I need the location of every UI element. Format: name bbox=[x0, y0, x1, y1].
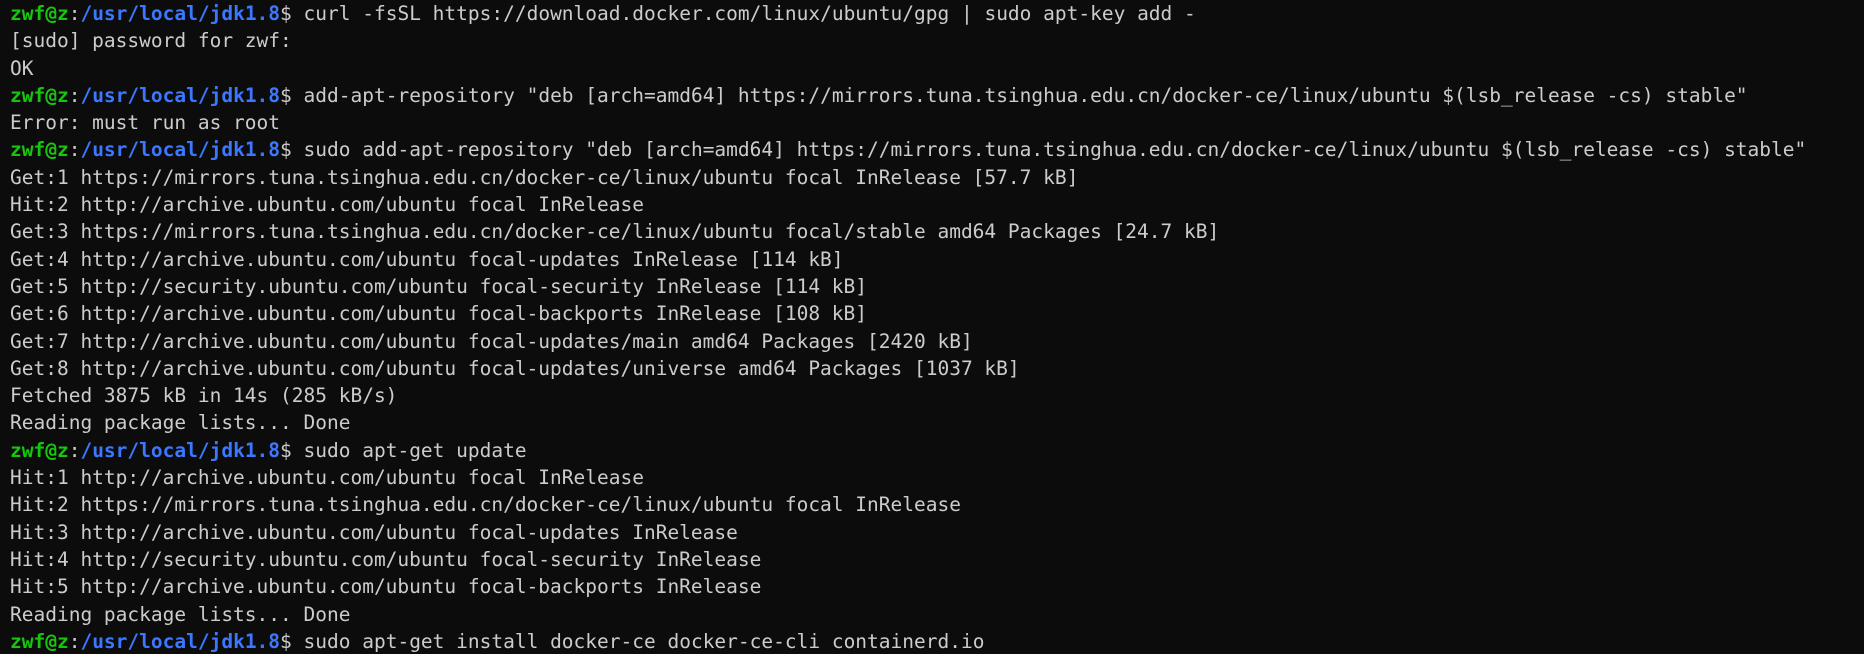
output-line: Hit:2 http://archive.ubuntu.com/ubuntu f… bbox=[10, 193, 644, 217]
output-line: Hit:3 http://archive.ubuntu.com/ubuntu f… bbox=[10, 520, 738, 544]
output-line: Reading package lists... Done bbox=[10, 411, 351, 435]
prompt-symbol: $ bbox=[280, 438, 304, 462]
prompt-line: zwf@z:/usr/local/jdk1.8$ sudo apt-get up… bbox=[10, 437, 1864, 464]
prompt-symbol: $ bbox=[280, 629, 304, 653]
prompt-separator: : bbox=[68, 2, 81, 25]
prompt-symbol: $ bbox=[280, 138, 304, 162]
prompt-separator: : bbox=[68, 138, 81, 162]
prompt-line: zwf@z:/usr/local/jdk1.8$ add-apt-reposit… bbox=[10, 82, 1864, 109]
output-line: Hit:1 http://archive.ubuntu.com/ubuntu f… bbox=[10, 466, 644, 490]
prompt-line: zwf@z:/usr/local/jdk1.8$ sudo apt-get in… bbox=[10, 628, 1864, 654]
command-text: sudo apt-get update bbox=[303, 438, 527, 462]
output-line: Hit:4 http://security.ubuntu.com/ubuntu … bbox=[10, 547, 762, 571]
prompt-user: zwf@z bbox=[10, 2, 69, 25]
output-line: Get:1 https://mirrors.tuna.tsinghua.edu.… bbox=[10, 165, 1079, 189]
prompt-path: /usr/local/jdk1.8 bbox=[80, 83, 281, 107]
output-line: Get:5 http://security.ubuntu.com/ubuntu … bbox=[10, 274, 868, 298]
output-line: Fetched 3875 kB in 14s (285 kB/s) bbox=[10, 384, 398, 408]
prompt-path: /usr/local/jdk1.8 bbox=[80, 2, 281, 25]
prompt-path: /usr/local/jdk1.8 bbox=[80, 629, 281, 653]
command-text: curl -fsSL https://download.docker.com/l… bbox=[303, 2, 1196, 25]
prompt-path: /usr/local/jdk1.8 bbox=[80, 138, 281, 162]
prompt-path: /usr/local/jdk1.8 bbox=[80, 438, 281, 462]
command-text: add-apt-repository "deb [arch=amd64] htt… bbox=[303, 83, 1748, 107]
prompt-separator: : bbox=[68, 83, 81, 107]
output-line: OK bbox=[10, 56, 34, 80]
prompt-user: zwf@z bbox=[10, 138, 69, 162]
prompt-symbol: $ bbox=[280, 2, 304, 25]
prompt-user: zwf@z bbox=[10, 629, 69, 653]
command-text: sudo add-apt-repository "deb [arch=amd64… bbox=[303, 138, 1807, 162]
output-line: Get:6 http://archive.ubuntu.com/ubuntu f… bbox=[10, 302, 868, 326]
terminal-window[interactable]: zwf@z:/usr/local/jdk1.8$ curl -fsSL http… bbox=[0, 0, 1864, 654]
prompt-line: zwf@z:/usr/local/jdk1.8$ curl -fsSL http… bbox=[10, 0, 1864, 27]
prompt-symbol: $ bbox=[280, 83, 304, 107]
output-line: Hit:5 http://archive.ubuntu.com/ubuntu f… bbox=[10, 575, 762, 599]
prompt-separator: : bbox=[68, 438, 81, 462]
output-line: Get:7 http://archive.ubuntu.com/ubuntu f… bbox=[10, 329, 973, 353]
prompt-user: zwf@z bbox=[10, 438, 69, 462]
output-line: Get:8 http://archive.ubuntu.com/ubuntu f… bbox=[10, 356, 1020, 380]
output-line: Hit:2 https://mirrors.tuna.tsinghua.edu.… bbox=[10, 493, 961, 517]
output-line: Get:4 http://archive.ubuntu.com/ubuntu f… bbox=[10, 247, 844, 271]
output-line: Get:3 https://mirrors.tuna.tsinghua.edu.… bbox=[10, 220, 1220, 244]
prompt-line: zwf@z:/usr/local/jdk1.8$ sudo add-apt-re… bbox=[10, 136, 1864, 163]
command-text: sudo apt-get install docker-ce docker-ce… bbox=[303, 629, 985, 653]
prompt-separator: : bbox=[68, 629, 81, 653]
prompt-user: zwf@z bbox=[10, 83, 69, 107]
output-line: Reading package lists... Done bbox=[10, 602, 351, 626]
output-line: [sudo] password for zwf: bbox=[10, 29, 292, 53]
output-line: Error: must run as root bbox=[10, 111, 281, 135]
